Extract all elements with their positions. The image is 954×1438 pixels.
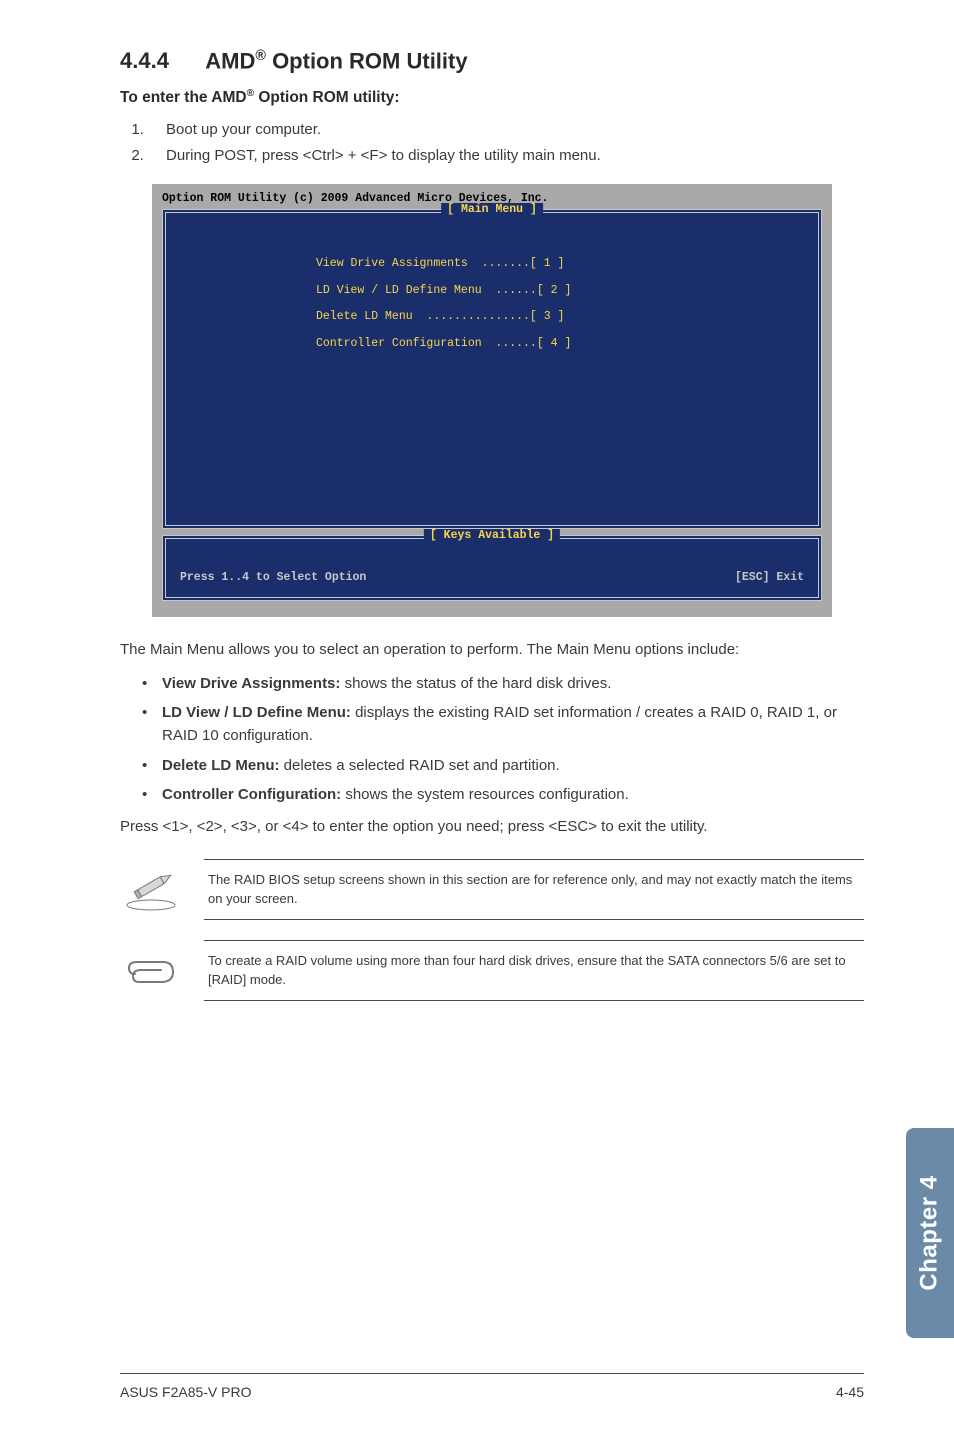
bullet-rest: deletes a selected RAID set and partitio…: [280, 757, 560, 774]
bios-screenshot: Option ROM Utility (c) 2009 Advanced Mic…: [152, 184, 832, 617]
intro-paragraph: The Main Menu allows you to select an op…: [120, 639, 864, 662]
bios-menu-item: Delete LD Menu ...............[ 3 ]: [166, 304, 818, 330]
note-block: The RAID BIOS setup screens shown in thi…: [120, 859, 864, 920]
bios-main-label: [ Main Menu ]: [441, 203, 543, 216]
bullet-bold: Delete LD Menu:: [162, 757, 280, 774]
section-title-rest: Option ROM Utility: [266, 48, 468, 73]
list-item: Controller Configuration: shows the syst…: [142, 783, 864, 806]
list-item: Delete LD Menu: deletes a selected RAID …: [142, 754, 864, 777]
bullet-bold: Controller Configuration:: [162, 786, 341, 803]
section-title-sup: ®: [255, 48, 266, 64]
note-text: To create a RAID volume using more than …: [204, 940, 864, 1001]
steps-list: Boot up your computer. During POST, pres…: [120, 117, 864, 168]
list-item: View Drive Assignments: shows the status…: [142, 672, 864, 695]
press-paragraph: Press <1>, <2>, <3>, or <4> to enter the…: [120, 816, 864, 839]
chapter-side-tab: Chapter 4: [906, 1128, 954, 1338]
footer-right: 4-45: [836, 1384, 864, 1400]
paperclip-icon: [120, 950, 182, 990]
list-item: LD View / LD Define Menu: displays the e…: [142, 701, 864, 748]
chapter-side-tab-label: Chapter 4: [916, 1175, 944, 1290]
bios-main-panel: [ Main Menu ] View Drive Assignments ...…: [162, 209, 822, 529]
bios-menu-item: View Drive Assignments .......[ 1 ]: [166, 251, 818, 277]
subheading: To enter the AMD® Option ROM utility:: [120, 88, 864, 107]
step-item: During POST, press <Ctrl> + <F> to displ…: [148, 143, 864, 169]
subhead-prefix: To enter the AMD: [120, 89, 247, 106]
section-number: 4.4.4: [120, 48, 200, 74]
bios-keys-panel: [ Keys Available ] Press 1..4 to Select …: [162, 535, 822, 601]
bios-press-left: Press 1..4 to Select Option: [180, 571, 366, 584]
options-bullets: View Drive Assignments: shows the status…: [120, 672, 864, 806]
note-block: To create a RAID volume using more than …: [120, 940, 864, 1001]
bullet-rest: shows the status of the hard disk drives…: [340, 675, 611, 692]
bios-keys-label: [ Keys Available ]: [424, 529, 560, 542]
page-footer: ASUS F2A85-V PRO 4-45: [120, 1373, 864, 1400]
bios-menu-item: Controller Configuration ......[ 4 ]: [166, 331, 818, 357]
section-title-prefix: AMD: [205, 48, 255, 73]
section-heading: 4.4.4 AMD® Option ROM Utility: [120, 48, 864, 74]
bullet-bold: LD View / LD Define Menu:: [162, 704, 351, 721]
pencil-icon: [120, 867, 182, 911]
bullet-rest: shows the system resources configuration…: [341, 786, 629, 803]
bios-menu-item: LD View / LD Define Menu ......[ 2 ]: [166, 278, 818, 304]
step-item: Boot up your computer.: [148, 117, 864, 143]
subhead-rest: Option ROM utility:: [254, 89, 400, 106]
bullet-bold: View Drive Assignments:: [162, 675, 340, 692]
subhead-sup: ®: [247, 88, 254, 99]
note-text: The RAID BIOS setup screens shown in thi…: [204, 859, 864, 920]
footer-left: ASUS F2A85-V PRO: [120, 1384, 252, 1400]
bios-press-right: [ESC] Exit: [735, 571, 804, 584]
